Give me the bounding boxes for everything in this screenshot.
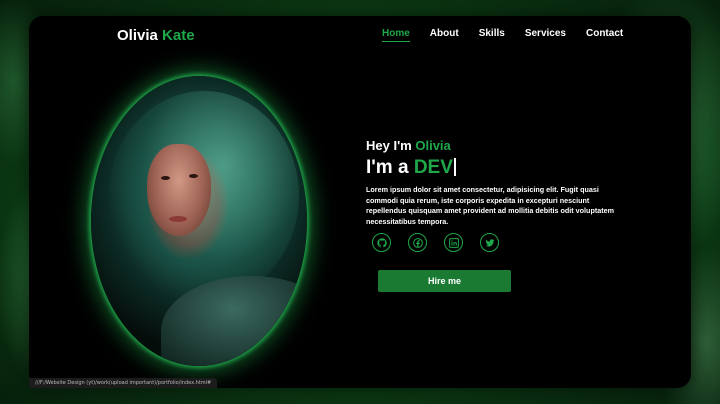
portrait-lips bbox=[169, 216, 187, 222]
browser-page: Olivia Kate Home About Skills Services C… bbox=[29, 16, 691, 388]
facebook-link[interactable] bbox=[408, 233, 427, 252]
twitter-link[interactable] bbox=[480, 233, 499, 252]
typing-cursor bbox=[453, 158, 456, 176]
nav-about[interactable]: About bbox=[430, 28, 459, 42]
github-link[interactable] bbox=[372, 233, 391, 252]
linkedin-icon bbox=[448, 237, 459, 248]
portrait-eye-left bbox=[161, 176, 170, 180]
logo-last-name: Kate bbox=[162, 27, 195, 44]
role-prefix: I'm a bbox=[366, 157, 409, 178]
greeting-prefix: Hey I'm bbox=[366, 138, 412, 153]
portrait-eye-right bbox=[189, 174, 198, 178]
nav-skills[interactable]: Skills bbox=[479, 28, 505, 42]
social-links bbox=[372, 233, 499, 252]
facebook-icon bbox=[412, 237, 423, 248]
role-word: DEV bbox=[413, 157, 453, 178]
github-icon bbox=[376, 237, 387, 247]
linkedin-link[interactable] bbox=[444, 233, 463, 252]
nav-home[interactable]: Home bbox=[382, 28, 410, 42]
twitter-icon bbox=[485, 238, 494, 247]
site-logo[interactable]: Olivia Kate bbox=[117, 27, 195, 44]
nav-services[interactable]: Services bbox=[525, 28, 566, 42]
hire-me-button[interactable]: Hire me bbox=[378, 270, 511, 292]
main-nav: Home About Skills Services Contact bbox=[382, 28, 643, 42]
nav-contact[interactable]: Contact bbox=[586, 28, 623, 42]
profile-portrait bbox=[91, 76, 307, 366]
greeting: Hey I'm Olivia bbox=[366, 138, 451, 153]
logo-first-name: Olivia bbox=[117, 27, 158, 44]
greeting-name: Olivia bbox=[415, 138, 451, 153]
hero-description: Lorem ipsum dolor sit amet consectetur, … bbox=[366, 185, 615, 226]
role-headline: I'm a DEV bbox=[366, 157, 456, 179]
browser-status-url: ///F:/Website Design (yt)/work(upload im… bbox=[29, 378, 218, 388]
portrait-face bbox=[147, 144, 211, 236]
